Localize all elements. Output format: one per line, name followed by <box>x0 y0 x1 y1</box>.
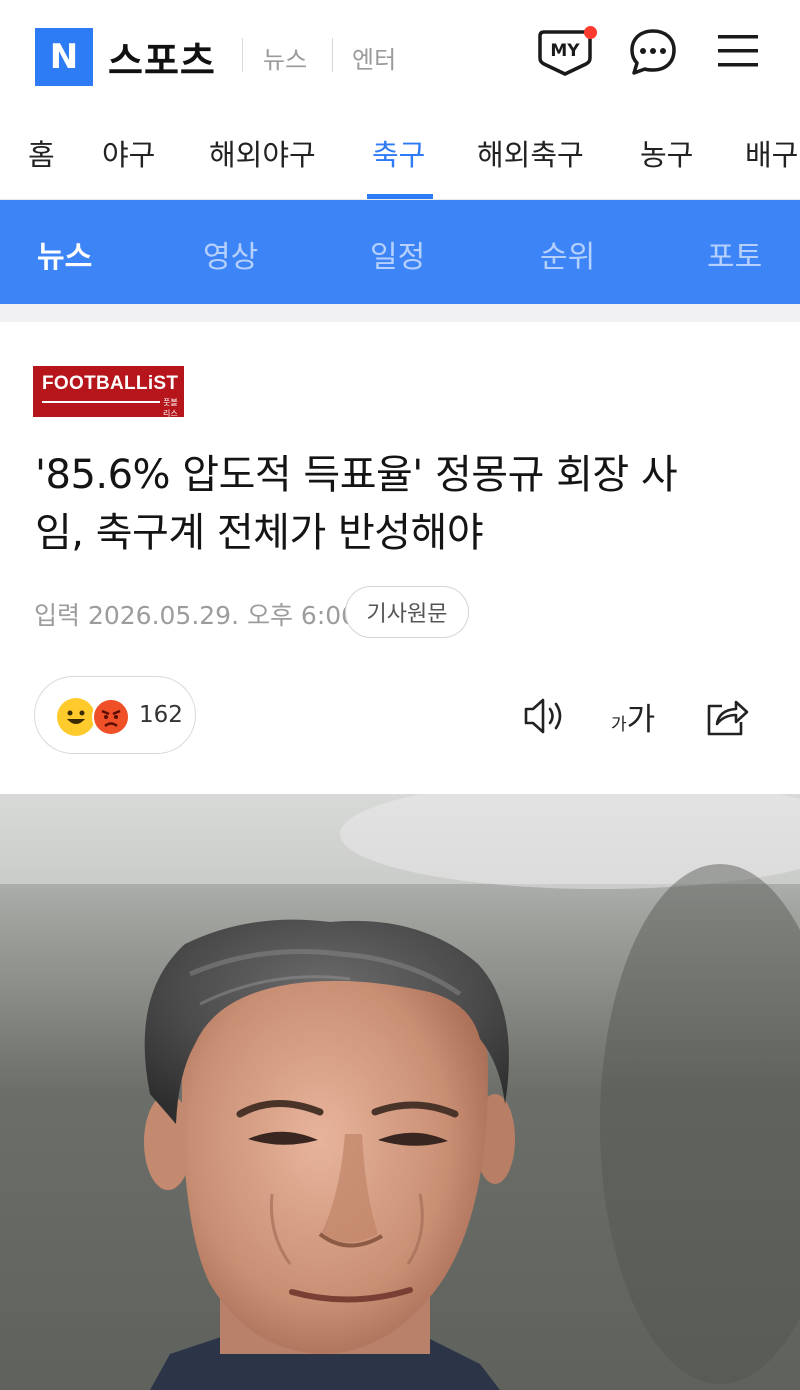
svg-text:MY: MY <box>550 41 580 61</box>
reaction-button[interactable]: 162 <box>34 676 196 754</box>
subtab-photo[interactable]: 포토 <box>707 232 762 276</box>
chat-icon[interactable] <box>628 27 678 77</box>
category-home[interactable]: 홈 <box>28 132 55 174</box>
font-size-small-label: 가 <box>611 715 627 735</box>
category-basketball[interactable]: 농구 <box>640 132 693 174</box>
category-soccer[interactable]: 축구 <box>372 132 425 174</box>
font-size-icon[interactable]: 가가 <box>611 694 655 739</box>
happy-emoji-icon <box>57 698 95 736</box>
sub-nav: 뉴스 영상 일정 순위 포토 <box>0 200 800 304</box>
notification-dot <box>584 26 597 39</box>
category-overseas-baseball[interactable]: 해외야구 <box>209 132 316 174</box>
subtab-ranking[interactable]: 순위 <box>540 232 595 276</box>
font-size-big-label: 가 <box>626 702 656 738</box>
speaker-icon[interactable] <box>522 696 568 736</box>
article-photo <box>0 794 800 1390</box>
divider <box>332 38 333 72</box>
subtab-news[interactable]: 뉴스 <box>37 232 92 276</box>
press-logo[interactable]: FOOTBALLiST 풋볼리스트 <box>33 366 184 429</box>
article-headline: '85.6% 압도적 득표율' 정몽규 회장 사 임, 축구계 전체가 반성해야 <box>35 446 765 562</box>
naver-logo[interactable]: N <box>35 28 93 86</box>
category-volleyball[interactable]: 배구 <box>745 132 798 174</box>
share-icon[interactable] <box>704 694 750 738</box>
subtab-video[interactable]: 영상 <box>203 232 258 276</box>
press-subname: 풋볼리스트 <box>163 398 178 429</box>
press-name: FOOTBALLiST <box>42 373 179 394</box>
category-baseball[interactable]: 야구 <box>102 132 155 174</box>
sports-brand-title[interactable]: 스포츠 <box>108 30 216 85</box>
headline-line-2: 임, 축구계 전체가 반성해야 <box>35 510 484 556</box>
divider <box>242 38 243 72</box>
subtab-schedule[interactable]: 일정 <box>370 232 425 276</box>
press-logo-line <box>42 401 160 403</box>
menu-icon[interactable] <box>716 32 760 70</box>
category-nav: 홈 야구 해외야구 축구 해외축구 농구 배구 <box>0 110 800 200</box>
category-overseas-soccer[interactable]: 해외축구 <box>477 132 584 174</box>
angry-emoji-icon <box>92 698 130 736</box>
header-link-entertainment[interactable]: 엔터 <box>352 40 396 75</box>
reaction-count: 162 <box>139 702 183 728</box>
headline-line-1: '85.6% 압도적 득표율' 정몽규 회장 사 <box>35 452 678 498</box>
section-divider <box>0 304 800 322</box>
article-date: 입력 2026.05.29. 오후 6:00 <box>34 601 358 630</box>
original-article-button[interactable]: 기사원문 <box>345 586 469 638</box>
top-header: N 스포츠 뉴스 엔터 MY <box>0 0 800 110</box>
header-link-news[interactable]: 뉴스 <box>263 40 307 75</box>
